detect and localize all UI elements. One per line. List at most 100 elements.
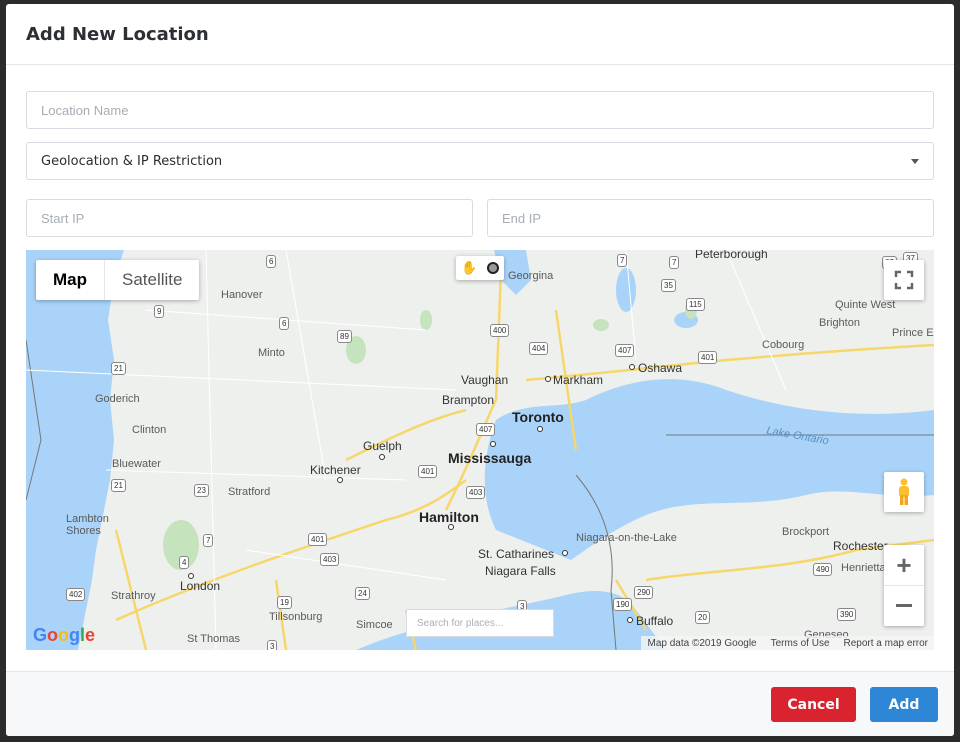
place-kitchener: Kitchener bbox=[310, 463, 361, 477]
highway-shield: 23 bbox=[194, 484, 209, 497]
map-view[interactable]: Peterborough Georgina Hanover Quinte Wes… bbox=[26, 250, 934, 650]
place-brockport: Brockport bbox=[782, 526, 830, 538]
minus-icon bbox=[896, 604, 912, 607]
marker-tool-icon[interactable] bbox=[487, 262, 500, 274]
highway-shield: 7 bbox=[617, 254, 628, 267]
hand-icon[interactable]: ✋ bbox=[461, 260, 477, 276]
city-dot bbox=[562, 550, 568, 556]
place-georgina: Georgina bbox=[508, 270, 554, 282]
city-dot bbox=[337, 477, 343, 483]
highway-shield: 401 bbox=[418, 465, 438, 478]
place-tillsonburg: Tillsonburg bbox=[269, 611, 323, 623]
highway-shield: 19 bbox=[277, 596, 292, 609]
add-location-modal: Add New Location Geolocation & IP Restri… bbox=[6, 4, 954, 736]
report-map-error-link[interactable]: Report a map error bbox=[844, 638, 928, 649]
modal-footer: Cancel Add bbox=[6, 671, 954, 736]
place-niagara-falls: Niagara Falls bbox=[485, 564, 556, 578]
end-ip-input[interactable] bbox=[487, 199, 934, 237]
place-st-thomas: St Thomas bbox=[187, 633, 240, 645]
highway-shield: 401 bbox=[698, 351, 718, 364]
highway-shield: 404 bbox=[529, 342, 549, 355]
fullscreen-button[interactable] bbox=[884, 260, 924, 300]
highway-shield: 6 bbox=[279, 317, 290, 330]
highway-shield: 407 bbox=[615, 344, 635, 357]
city-dot bbox=[448, 524, 454, 530]
zoom-out-button[interactable] bbox=[884, 586, 924, 626]
place-guelph: Guelph bbox=[363, 439, 402, 453]
place-peterborough: Peterborough bbox=[695, 250, 768, 261]
chevron-down-icon bbox=[911, 158, 919, 164]
map-search-input[interactable] bbox=[406, 609, 554, 637]
highway-shield: 4 bbox=[179, 556, 190, 569]
map-attribution: Map data ©2019 Google Terms of Use Repor… bbox=[641, 636, 934, 650]
place-cobourg: Cobourg bbox=[762, 339, 805, 351]
highway-shield: 403 bbox=[320, 553, 340, 566]
map-type-control: Map Satellite bbox=[36, 260, 200, 300]
highway-shield: 115 bbox=[686, 298, 705, 311]
start-ip-input[interactable] bbox=[26, 199, 473, 237]
place-goderich: Goderich bbox=[95, 393, 140, 405]
modal-body: Geolocation & IP Restriction bbox=[6, 65, 954, 672]
place-buffalo: Buffalo bbox=[636, 614, 674, 628]
place-mississauga: Mississauga bbox=[448, 450, 532, 466]
place-brampton: Brampton bbox=[442, 393, 495, 407]
street-view-button[interactable] bbox=[884, 472, 924, 512]
highway-shield: 89 bbox=[337, 330, 352, 343]
highway-shield: 400 bbox=[490, 324, 510, 337]
place-rochester: Rochester bbox=[833, 539, 888, 553]
location-name-input[interactable] bbox=[26, 91, 934, 129]
highway-shield: 407 bbox=[476, 423, 496, 436]
pegman-icon bbox=[899, 478, 909, 505]
highway-shield: 6 bbox=[266, 255, 277, 268]
restriction-type-select[interactable]: Geolocation & IP Restriction bbox=[26, 142, 934, 180]
place-minto: Minto bbox=[258, 347, 285, 359]
city-dot bbox=[537, 426, 543, 432]
place-clinton: Clinton bbox=[132, 424, 167, 436]
highway-shield: 290 bbox=[634, 586, 654, 599]
highway-shield: 21 bbox=[111, 479, 126, 492]
city-dot bbox=[627, 617, 633, 623]
map-type-satellite-button[interactable]: Satellite bbox=[105, 260, 199, 300]
zoom-in-button[interactable]: + bbox=[884, 546, 924, 586]
place-vaughan: Vaughan bbox=[461, 373, 509, 387]
map-data-credit: Map data ©2019 Google bbox=[647, 637, 757, 649]
place-hamilton: Hamilton bbox=[419, 509, 479, 525]
plus-icon: + bbox=[896, 550, 912, 580]
highway-shield: 490 bbox=[813, 563, 833, 576]
place-niagara-on-the-lake: Niagara-on-the-Lake bbox=[576, 532, 677, 544]
place-toronto: Toronto bbox=[512, 409, 564, 425]
place-london: London bbox=[180, 579, 221, 593]
cancel-button[interactable]: Cancel bbox=[771, 687, 856, 722]
fullscreen-icon bbox=[894, 270, 914, 290]
terms-of-use-link[interactable]: Terms of Use bbox=[771, 638, 830, 649]
place-oshawa: Oshawa bbox=[638, 361, 683, 375]
highway-shield: 21 bbox=[111, 362, 126, 375]
highway-shield: 9 bbox=[154, 305, 165, 318]
city-dot bbox=[188, 573, 194, 579]
place-prince-e: Prince E bbox=[892, 327, 934, 339]
place-strathroy: Strathroy bbox=[111, 590, 156, 602]
city-dot bbox=[629, 364, 635, 370]
city-dot bbox=[379, 454, 385, 460]
place-henrietta: Henrietta bbox=[841, 562, 886, 574]
modal-header: Add New Location bbox=[6, 4, 954, 65]
place-bluewater: Bluewater bbox=[112, 458, 161, 470]
place-lambton-shores: Lambton Shores bbox=[66, 513, 109, 537]
highway-shield: 390 bbox=[837, 608, 857, 621]
highway-shield: 7 bbox=[669, 256, 680, 269]
city-dot bbox=[545, 376, 551, 382]
place-stratford: Stratford bbox=[228, 486, 271, 498]
highway-shield: 402 bbox=[66, 588, 86, 601]
add-button[interactable]: Add bbox=[870, 687, 938, 722]
highway-shield: 3 bbox=[267, 640, 278, 650]
highway-shield: 35 bbox=[661, 279, 676, 292]
map-type-map-button[interactable]: Map bbox=[36, 260, 105, 300]
highway-shield: 7 bbox=[203, 534, 214, 547]
zoom-control: + bbox=[884, 545, 924, 626]
place-hanover: Hanover bbox=[221, 289, 263, 301]
google-logo: Google bbox=[33, 625, 96, 645]
highway-shield: 24 bbox=[355, 587, 370, 600]
place-quinte-west: Quinte West bbox=[835, 299, 896, 311]
place-brighton: Brighton bbox=[819, 317, 860, 329]
highway-shield: 401 bbox=[308, 533, 328, 546]
